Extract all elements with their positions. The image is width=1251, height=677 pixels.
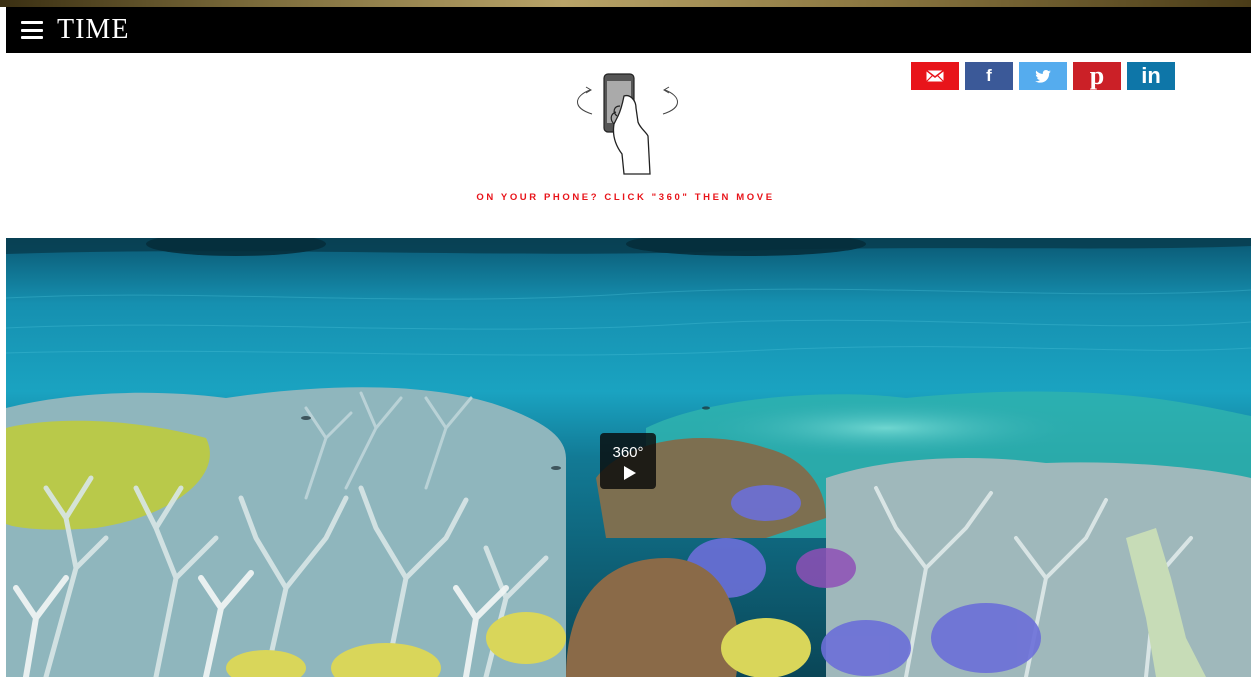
email-icon [926,70,944,82]
twitter-icon [1035,69,1051,83]
share-linkedin-button[interactable]: in [1127,62,1175,90]
top-navigation-bar: TIME [6,7,1251,53]
hero-image-top-strip [0,0,1251,7]
play-icon [623,465,636,480]
phone-rotate-icon [577,73,678,175]
linkedin-icon: in [1141,63,1161,88]
facebook-icon: f [986,66,992,85]
pinterest-icon: p [1089,61,1105,90]
play-360-button[interactable]: 360° [600,433,656,489]
share-bar: f p in [911,61,1175,90]
share-twitter-button[interactable] [1019,62,1067,90]
site-logo[interactable]: TIME [57,16,129,44]
phone-instruction-text: ON YOUR PHONE? CLICK "360" THEN MOVE [476,192,775,203]
hamburger-menu-icon[interactable] [21,21,43,39]
share-pinterest-button[interactable]: p [1073,61,1121,90]
play-360-label: 360° [612,443,644,461]
share-facebook-button[interactable]: f [965,62,1013,90]
share-email-button[interactable] [911,62,959,90]
